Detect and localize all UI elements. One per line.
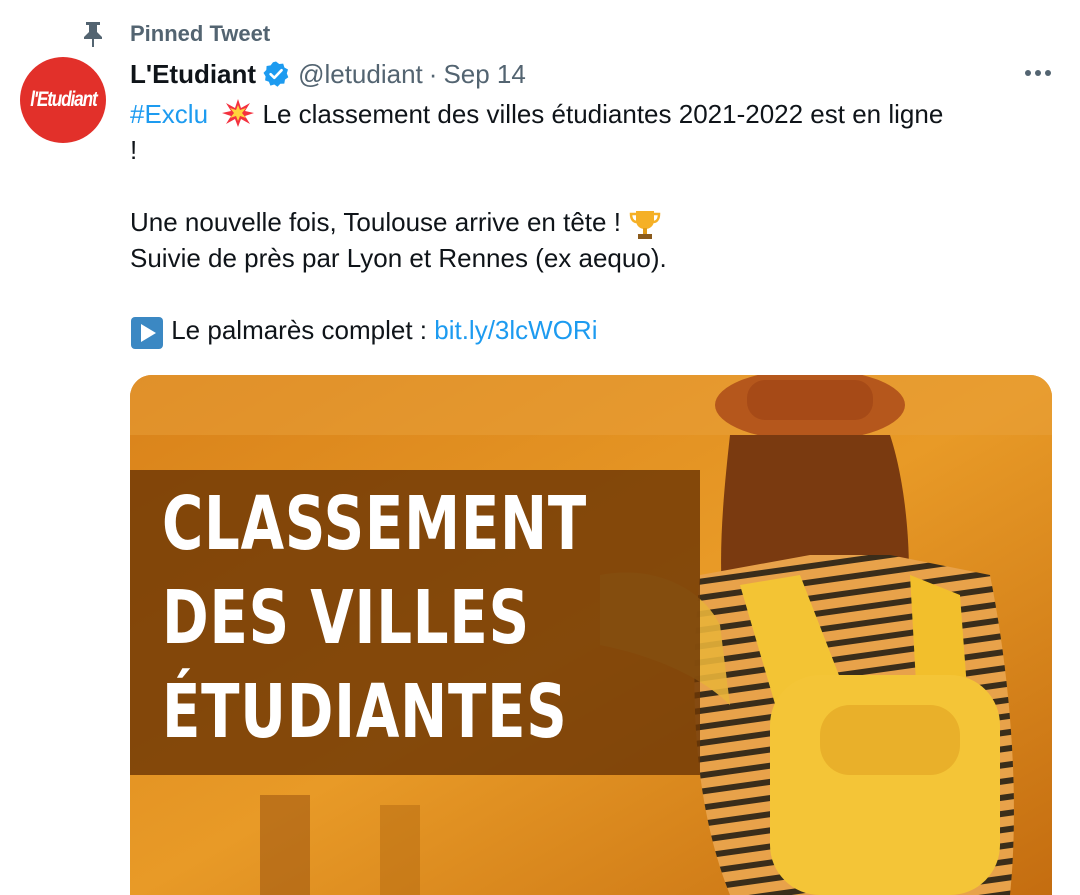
pinned-indicator: Pinned Tweet (78, 18, 270, 50)
tweet-line-4: Une nouvelle fois, Toulouse arrive en tê… (130, 204, 1060, 240)
tweet-line-1: #Exclu Le classement des villes étudiant… (130, 96, 1060, 132)
avatar-logo-text: l'Etudiant (29, 88, 97, 111)
collision-emoji (221, 98, 255, 128)
tweet-line-2: ! (130, 135, 138, 165)
trophy-emoji (628, 208, 662, 239)
tweet-line-7: Le palmarès complet : bit.ly/3lcWORi (130, 312, 1060, 349)
tweet-line-1-text: Le classement des villes étudiantes 2021… (255, 99, 944, 129)
verified-badge-icon (262, 60, 290, 88)
more-dot (1045, 70, 1051, 76)
tweet-date[interactable]: Sep 14 (443, 59, 525, 90)
more-options-icon[interactable] (1018, 58, 1058, 88)
tweet-line-7-text: Le palmarès complet : (164, 315, 435, 345)
display-name[interactable]: L'Etudiant (130, 59, 256, 90)
separator-dot: · (428, 58, 438, 89)
tweet-line-4-text: Une nouvelle fois, Toulouse arrive en tê… (130, 207, 629, 237)
tweet-text: #Exclu Le classement des villes étudiant… (130, 96, 1060, 349)
more-dot (1025, 70, 1031, 76)
image-headline: CLASSEMENT DES VILLES ÉTUDIANTES (162, 477, 587, 759)
hashtag-link[interactable]: #Exclu (130, 99, 208, 129)
more-dot (1035, 70, 1041, 76)
tweet-header: L'Etudiant @letudiant · Sep 14 (130, 56, 526, 92)
headline-line: CLASSEMENT (162, 481, 587, 567)
external-link[interactable]: bit.ly/3lcWORi (434, 315, 597, 345)
play-button-emoji (130, 316, 164, 349)
tweet-image[interactable]: CLASSEMENT DES VILLES ÉTUDIANTES (130, 375, 1052, 895)
tweet-line-5: Suivie de près par Lyon et Rennes (ex ae… (130, 243, 667, 273)
handle[interactable]: @letudiant (298, 59, 423, 90)
headline-line: DES VILLES (162, 575, 530, 661)
pin-icon (78, 19, 108, 49)
pinned-label: Pinned Tweet (130, 21, 271, 46)
avatar[interactable]: l'Etudiant (20, 57, 106, 143)
headline-line: ÉTUDIANTES (162, 669, 568, 755)
